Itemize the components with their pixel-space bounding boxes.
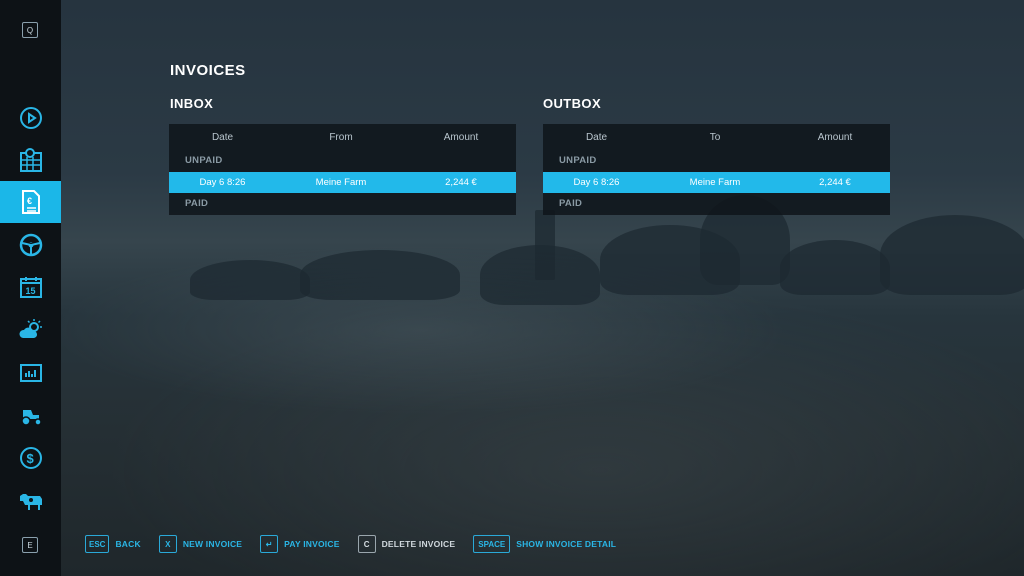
cow-icon [19,494,42,510]
outbox-unpaid-section: UNPAID [559,155,597,166]
tractor-icon [20,410,42,426]
statistics-icon [19,364,42,382]
euro-document-icon: € [21,190,40,214]
next-page-key[interactable]: E [22,537,38,553]
inbox-title: INBOX [170,96,214,111]
inbox-col-amount[interactable]: Amount [406,132,516,143]
inbox-col-from[interactable]: From [276,132,406,143]
page-title: INVOICES [170,62,246,79]
delete-invoice-label: DELETE INVOICE [381,539,456,549]
c-key: C [357,535,376,553]
esc-key: ESC [85,535,110,553]
steering-wheel-icon [19,233,42,257]
inbox-invoice-row[interactable]: Day 6 8:26 Meine Farm 2,244 € [169,172,516,193]
enter-key: ↵ [260,535,279,553]
invoice-amount: 2,244 € [445,177,477,188]
calendar-grid-icon [19,148,42,172]
invoice-amount: 2,244 € [819,177,851,188]
sidebar: Q € 15 $ E [0,0,61,576]
sidebar-item-calendar-day[interactable]: 15 [0,266,61,308]
calendar-15-icon: 15 [19,277,42,298]
x-key: X [158,535,177,553]
inbox-unpaid-section: UNPAID [185,155,223,166]
sidebar-item-map[interactable] [0,97,61,139]
new-invoice-button[interactable]: X NEW INVOICE [158,535,243,553]
invoice-date: Day 6 8:26 [199,177,246,188]
sidebar-item-calendar[interactable] [0,139,61,181]
pay-invoice-button[interactable]: ↵ PAY INVOICE [260,535,339,553]
dollar-icon: $ [19,447,42,469]
sidebar-item-statistics[interactable] [0,352,61,394]
outbox-invoice-row[interactable]: Day 6 8:26 Meine Farm 2,244 € [543,172,890,193]
back-label: BACK [115,539,141,549]
outbox-paid-section: PAID [559,198,583,209]
outbox-col-to[interactable]: To [650,132,780,143]
show-invoice-detail-button[interactable]: SPACE SHOW INVOICE DETAIL [473,535,616,553]
invoice-date: Day 6 8:26 [573,177,620,188]
inbox-paid-section: PAID [185,198,209,209]
weather-icon [18,319,42,338]
new-invoice-label: NEW INVOICE [182,539,243,549]
map-pin-icon [19,107,42,129]
delete-invoice-button[interactable]: C DELETE INVOICE [357,535,456,553]
sidebar-item-invoices[interactable]: € [0,181,61,223]
outbox-table: Date To Amount UNPAID Day 6 8:26 Meine F… [543,124,890,215]
svg-text:$: $ [26,451,34,466]
calendar-day-text: 15 [25,286,35,296]
sidebar-item-animals[interactable] [0,480,61,522]
space-key: SPACE [473,535,511,553]
sidebar-item-finances[interactable]: $ [0,437,61,479]
footer-hints: ESC BACK X NEW INVOICE ↵ PAY INVOICE C D… [85,534,634,554]
invoice-to: Meine Farm [689,177,741,188]
sidebar-item-tractor[interactable] [0,394,61,436]
prev-page-key[interactable]: Q [22,22,38,38]
sidebar-item-weather[interactable] [0,309,61,351]
outbox-title: OUTBOX [543,96,602,111]
outbox-col-date[interactable]: Date [543,132,650,143]
sidebar-item-vehicles[interactable] [0,224,61,266]
show-invoice-detail-label: SHOW INVOICE DETAIL [516,539,617,549]
outbox-header-row: Date To Amount [543,124,890,150]
invoice-from: Meine Farm [315,177,367,188]
back-button[interactable]: ESC BACK [85,535,141,553]
inbox-col-date[interactable]: Date [169,132,276,143]
inbox-table: Date From Amount UNPAID Day 6 8:26 Meine… [169,124,516,215]
inbox-header-row: Date From Amount [169,124,516,150]
svg-text:€: € [27,196,32,206]
pay-invoice-label: PAY INVOICE [284,539,340,549]
background-scenery [60,0,1024,576]
outbox-col-amount[interactable]: Amount [780,132,890,143]
